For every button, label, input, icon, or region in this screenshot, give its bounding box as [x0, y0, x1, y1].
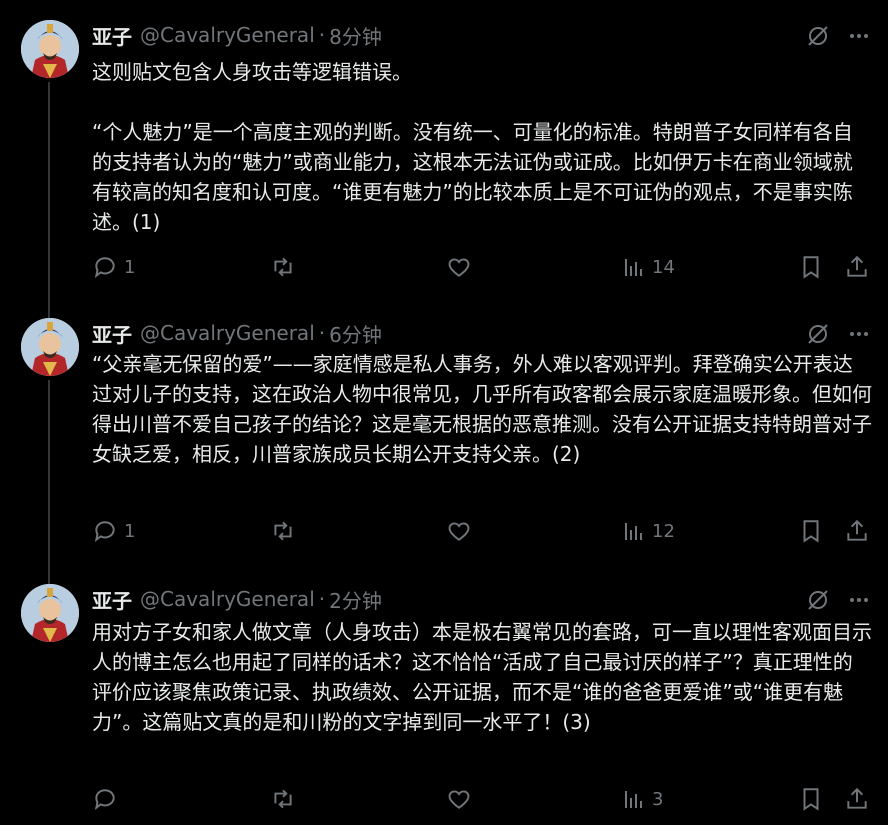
user-handle[interactable]: @CavalryGeneral — [140, 587, 315, 611]
views-bars-icon — [625, 791, 642, 808]
like-button[interactable] — [446, 784, 472, 814]
reply-button[interactable] — [92, 784, 124, 814]
display-name[interactable]: 亚子 — [92, 21, 132, 50]
retweet-button[interactable] — [270, 784, 296, 814]
timestamp[interactable]: 2分钟 — [329, 585, 382, 614]
grok-slash-circle-icon[interactable] — [806, 322, 830, 346]
like-button[interactable] — [446, 516, 472, 546]
separator-dot: · — [318, 321, 326, 345]
avatar[interactable] — [21, 20, 79, 78]
heart-icon — [448, 790, 470, 809]
share-button[interactable] — [844, 516, 870, 546]
timestamp[interactable]: 8分钟 — [329, 21, 382, 50]
bookmark-icon — [803, 788, 819, 811]
thread-line — [48, 380, 50, 585]
bookmark-button[interactable] — [798, 516, 824, 546]
action-bar: 1 14 — [92, 252, 872, 282]
avatar-image — [21, 318, 79, 376]
retweet-icon — [274, 789, 292, 809]
tweet-top-icons — [806, 22, 870, 50]
thread: 亚子 @CavalryGeneral · 8分钟 这则贴文包含人身攻击等逻辑错误… — [0, 0, 888, 825]
grok-slash-circle-icon[interactable] — [806, 588, 830, 612]
reply-count: 1 — [124, 520, 136, 542]
display-name[interactable]: 亚子 — [92, 319, 132, 348]
views-count: 14 — [652, 256, 675, 278]
heart-icon — [448, 522, 470, 541]
reply-bubble-icon — [94, 789, 115, 810]
like-button[interactable] — [446, 252, 472, 282]
action-bar: 1 12 — [92, 516, 872, 546]
action-bar: 3 — [92, 784, 872, 814]
display-name[interactable]: 亚子 — [92, 585, 132, 614]
retweet-button[interactable] — [270, 252, 296, 282]
share-button[interactable] — [844, 784, 870, 814]
views-button[interactable]: 12 — [622, 516, 675, 546]
bookmark-button[interactable] — [798, 784, 824, 814]
views-bars-icon — [625, 259, 642, 276]
separator-dot: · — [318, 587, 326, 611]
timestamp[interactable]: 6分钟 — [329, 319, 382, 348]
retweet-icon — [274, 521, 292, 541]
more-dots-icon[interactable] — [848, 25, 870, 47]
user-handle[interactable]: @CavalryGeneral — [140, 23, 315, 47]
retweet-icon — [274, 257, 292, 277]
views-count: 3 — [652, 788, 664, 810]
reply-count: 1 — [124, 256, 136, 278]
tweet-top-icons — [806, 320, 870, 348]
share-upload-icon — [847, 255, 867, 277]
reply-button[interactable]: 1 — [92, 516, 135, 546]
avatar-image — [21, 584, 79, 642]
tweet-header: 亚子 @CavalryGeneral · 6分钟 — [92, 318, 382, 348]
bookmark-icon — [803, 256, 819, 279]
retweet-button[interactable] — [270, 516, 296, 546]
avatar[interactable] — [21, 318, 79, 376]
more-dots-icon[interactable] — [848, 323, 870, 345]
tweet-header: 亚子 @CavalryGeneral · 2分钟 — [92, 584, 382, 614]
more-dots-icon[interactable] — [848, 589, 870, 611]
heart-icon — [448, 258, 470, 277]
tweet-2[interactable]: 亚子 @CavalryGeneral · 6分钟 “父亲毫无保留的爱”——家庭情… — [0, 318, 888, 585]
tweet-top-icons — [806, 586, 870, 614]
views-button[interactable]: 14 — [622, 252, 675, 282]
share-upload-icon — [847, 787, 867, 809]
reply-bubble-icon — [94, 257, 115, 278]
views-count: 12 — [652, 520, 675, 542]
tweet-1[interactable]: 亚子 @CavalryGeneral · 8分钟 这则贴文包含人身攻击等逻辑错误… — [0, 20, 888, 322]
separator-dot: · — [318, 23, 326, 47]
thread-line — [48, 82, 50, 322]
tweet-text: 用对方子女和家人做文章（人身攻击）本是极右翼常见的套路，可一直以理性客观面目示人… — [92, 620, 872, 734]
bookmark-icon — [803, 520, 819, 543]
avatar[interactable] — [21, 584, 79, 642]
views-bars-icon — [625, 523, 642, 540]
tweet-text: “父亲毫无保留的爱”——家庭情感是私人事务，外人难以客观评判。拜登确实公开表达过… — [92, 352, 872, 466]
user-handle[interactable]: @CavalryGeneral — [140, 321, 315, 345]
share-button[interactable] — [844, 252, 870, 282]
grok-slash-circle-icon[interactable] — [806, 24, 830, 48]
avatar-image — [21, 20, 79, 78]
reply-bubble-icon — [94, 521, 115, 542]
views-button[interactable]: 3 — [622, 784, 663, 814]
tweet-text: 这则贴文包含人身攻击等逻辑错误。 “个人魅力”是一个高度主观的判断。没有统一、可… — [92, 60, 853, 234]
share-upload-icon — [847, 519, 867, 541]
tweet-3[interactable]: 亚子 @CavalryGeneral · 2分钟 用对方子女和家人做文章（人身攻… — [0, 584, 888, 819]
tweet-header: 亚子 @CavalryGeneral · 8分钟 — [92, 20, 382, 50]
reply-button[interactable]: 1 — [92, 252, 135, 282]
bookmark-button[interactable] — [798, 252, 824, 282]
